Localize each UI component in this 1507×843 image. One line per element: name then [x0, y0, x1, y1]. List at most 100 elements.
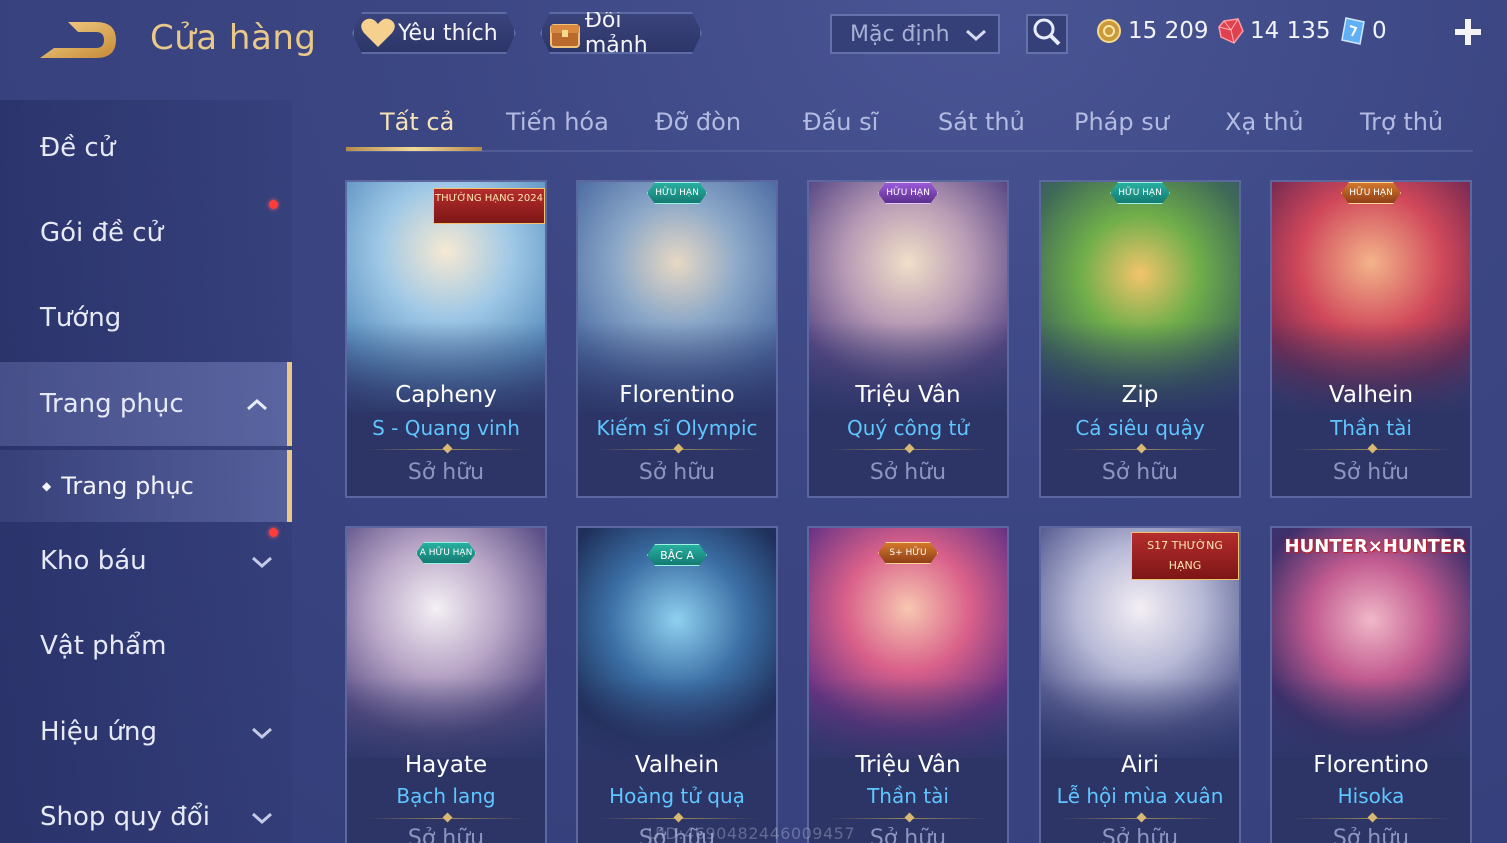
tab-support[interactable]: Trợ thủ: [1360, 108, 1443, 136]
hero-name: Capheny: [395, 382, 497, 408]
favorite-button[interactable]: Yêu thích: [352, 12, 516, 54]
sidebar-item-heroes[interactable]: Tướng: [0, 276, 292, 360]
owned-status: Sở hữu: [1332, 460, 1410, 485]
skin-card[interactable]: HỮU HẠN Valhein Thần tài Sở hữu: [1270, 180, 1472, 498]
skin-card[interactable]: HỮU HẠN Triệu Vân Quý công tử Sở hữu: [807, 180, 1009, 498]
sidebar-item-label: Hiệu ứng: [40, 717, 157, 747]
exchange-button[interactable]: Đổi mảnh: [540, 12, 702, 54]
skin-card[interactable]: BẬC A Valhein Hoàng tử quạ Sở hữu: [576, 526, 778, 843]
skin-name: S - Quang vinh: [372, 416, 520, 440]
sidebar-item-effects[interactable]: Hiệu ứng: [0, 690, 292, 774]
sidebar-item-recommended[interactable]: Đề cử: [0, 106, 292, 190]
hero-name: Airi: [1121, 752, 1159, 778]
sidebar-item-label: Trang phục: [61, 472, 194, 500]
sidebar-item-label: Đề cử: [40, 133, 116, 163]
tab-all[interactable]: Tất cả: [380, 108, 454, 136]
gold-balance: 15 209: [1096, 14, 1208, 48]
sidebar-item-treasure[interactable]: Kho báu: [0, 519, 292, 603]
limited-badge: HỮU HẠN: [878, 182, 938, 204]
heart-icon: [360, 15, 396, 51]
tab-evolution[interactable]: Tiến hóa: [506, 108, 609, 136]
badge-text: HỮU HẠN: [878, 182, 938, 204]
badge-text: HỮU HẠN: [647, 182, 707, 204]
owned-status: Sở hữu: [407, 826, 485, 843]
tab-assassin[interactable]: Sát thủ: [938, 108, 1025, 136]
badge-text: BẬC A: [647, 544, 707, 566]
page-title: Cửa hàng: [150, 18, 317, 58]
chevron-down-icon: [250, 805, 274, 835]
favorite-label: Yêu thích: [398, 20, 498, 46]
search-button[interactable]: [1026, 14, 1068, 54]
hero-name: Triệu Vân: [855, 382, 961, 408]
ruby-gem-icon: [1218, 18, 1244, 44]
hero-name: Florentino: [619, 382, 735, 408]
hero-name: Valhein: [634, 752, 720, 778]
owned-status: Sở hữu: [869, 460, 947, 485]
sidebar-item-label: Shop quy đổi: [40, 802, 210, 832]
chevron-down-icon: [250, 720, 274, 750]
badge-text: HỮU HẠN: [1341, 182, 1401, 204]
sort-value: Mặc định: [850, 21, 950, 47]
badge-text: THƯỜNG HẠNG 2024: [433, 188, 545, 224]
sidebar-item-label: Vật phẩm: [40, 631, 167, 661]
hero-name: Hayate: [404, 752, 488, 778]
badge-text: HUNTER×HUNTER: [1284, 536, 1466, 557]
tab-mage[interactable]: Pháp sư: [1074, 108, 1169, 136]
badge-text: A HỮU HẠN: [416, 542, 476, 564]
skin-card[interactable]: HỮU HẠN Florentino Kiếm sĩ Olympic Sở hữ…: [576, 180, 778, 498]
gem-balance: 14 135: [1218, 14, 1330, 48]
skin-name: Hisoka: [1337, 784, 1405, 808]
hero-name: Triệu Vân: [855, 752, 961, 778]
skin-name: Quý công tử: [846, 416, 970, 440]
sidebar-item-label: Trang phục: [40, 389, 184, 419]
limited-badge: HỮU HẠN: [647, 182, 707, 204]
sidebar-item-label: Gói đề cử: [40, 218, 164, 248]
badge-text: S+ HỮU HẠN: [878, 542, 938, 564]
back-arrow-icon[interactable]: [38, 18, 120, 62]
sidebar-subitem-skins[interactable]: ◆ Trang phục: [0, 450, 292, 522]
skin-name: Thần tài: [1330, 416, 1412, 440]
skin-card[interactable]: THƯỜNG HẠNG 2024 Capheny S - Quang vinh …: [345, 180, 547, 498]
top-bar: Cửa hàng Yêu thích Đổi mảnh Mặc định 15 …: [0, 0, 1507, 78]
voucher-amount: 0: [1372, 18, 1387, 44]
skin-card[interactable]: A HỮU HẠN Hayate Bạch lang Sở hữu: [345, 526, 547, 843]
sort-dropdown[interactable]: Mặc định: [830, 14, 1000, 54]
badge-text: HỮU HẠN: [1110, 182, 1170, 204]
rank-badge: THƯỜNG HẠNG 2024: [433, 188, 545, 224]
owned-status: Sở hữu: [1101, 460, 1179, 485]
gold-coin-icon: [1097, 19, 1121, 43]
tab-marksman[interactable]: Xạ thủ: [1225, 108, 1304, 136]
hero-name: Valhein: [1328, 382, 1414, 408]
sidebar-item-exchange-shop[interactable]: Shop quy đổi: [0, 775, 292, 843]
plus-icon: [1455, 19, 1481, 45]
sidebar-item-recommended-bundles[interactable]: Gói đề cử: [0, 191, 292, 275]
owned-status: Sở hữu: [407, 460, 485, 485]
bullet-diamond-icon: ◆: [42, 479, 52, 493]
owned-status: Sở hữu: [1101, 826, 1179, 843]
gem-amount: 14 135: [1250, 18, 1331, 44]
search-icon: [1032, 17, 1062, 51]
rank-badge: S17 THƯỜNG HẠNG: [1131, 532, 1239, 580]
tab-tank[interactable]: Đỡ đòn: [655, 108, 741, 136]
skin-name: Bạch lang: [396, 784, 496, 808]
skin-card[interactable]: HUNTER×HUNTER Florentino Hisoka Sở hữu: [1270, 526, 1472, 843]
gold-amount: 15 209: [1128, 18, 1209, 44]
limited-badge: HỮU HẠN: [1341, 182, 1401, 204]
sidebar-item-label: Tướng: [40, 303, 122, 333]
tab-fighter[interactable]: Đấu sĩ: [803, 108, 878, 136]
voucher-balance: 0: [1340, 14, 1387, 48]
skin-name: Hoàng tử quạ: [609, 784, 745, 808]
add-currency-button[interactable]: [1450, 14, 1486, 50]
chevron-down-icon: [250, 549, 274, 579]
exchange-label: Đổi mảnh: [584, 8, 648, 58]
sidebar-item-skins[interactable]: Trang phục: [0, 362, 292, 446]
skin-card[interactable]: HỮU HẠN Zip Cá siêu quậy Sở hữu: [1039, 180, 1241, 498]
limited-badge: A HỮU HẠN: [416, 528, 476, 564]
notification-dot: [269, 200, 278, 209]
limited-badge: HỮU HẠN: [1110, 182, 1170, 204]
skin-card[interactable]: S17 THƯỜNG HẠNG Airi Lễ hội mùa xuân Sở …: [1039, 526, 1241, 843]
sidebar-item-items[interactable]: Vật phẩm: [0, 604, 292, 688]
skin-name: Lễ hội mùa xuân: [1056, 784, 1224, 808]
voucher-card-icon: [1341, 17, 1365, 45]
skin-card[interactable]: S+ HỮU HẠN Triệu Vân Thần tài Sở hữu: [807, 526, 1009, 843]
